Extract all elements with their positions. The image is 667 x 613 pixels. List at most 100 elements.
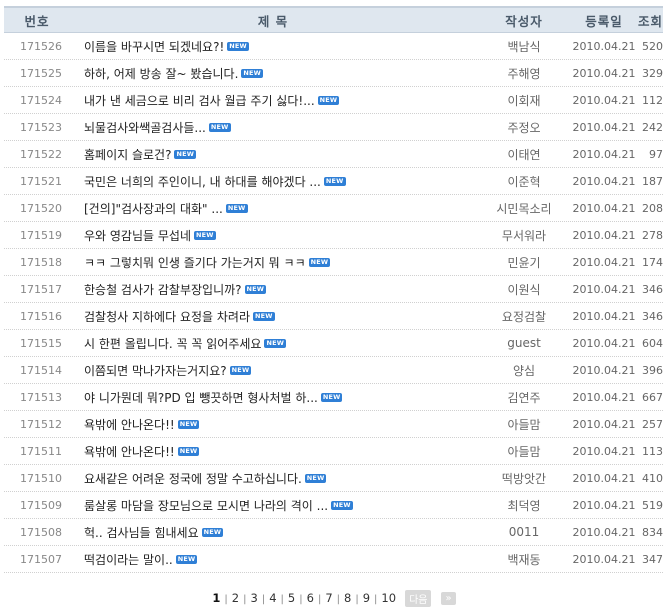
page-link-9[interactable]: 9	[362, 591, 371, 605]
row-num: 171516	[20, 309, 62, 323]
row-num: 171525	[20, 66, 62, 80]
row-title-link[interactable]: 룸살롱 마담을 장모님으로 모시면 나라의 격이 ...	[84, 497, 328, 514]
page-link-10[interactable]: 10	[380, 591, 397, 605]
row-title-link[interactable]: 국민은 너희의 주인이니, 내 하대를 해야겠다 ...	[84, 173, 321, 190]
row-author: 아들맘	[507, 444, 541, 459]
row-title-cell: 홈페이지 슬로건? NEW	[80, 146, 476, 163]
page-link-3[interactable]: 3	[250, 591, 259, 605]
row-num: 171513	[20, 390, 62, 404]
row-title-link[interactable]: 욕밖에 안나온다!!	[84, 443, 175, 460]
row-author: 이태연	[507, 147, 541, 162]
row-num: 171508	[20, 525, 62, 539]
row-title-cell: 욕밖에 안나온다!! NEW	[80, 416, 476, 433]
row-title-link[interactable]: 야 니가뭔데 뭐?PD 입 뺑끗하면 형사처벌 하...	[84, 389, 318, 406]
row-views: 520	[642, 39, 663, 53]
row-num: 171517	[20, 282, 62, 296]
row-title-link[interactable]: 한승철 검사가 감찰부장입니까?	[84, 281, 242, 298]
row-num: 171515	[20, 336, 62, 350]
row-num: 171518	[20, 255, 62, 269]
row-views: 604	[642, 336, 663, 350]
row-views: 834	[642, 525, 663, 539]
row-title-cell: 한승철 검사가 감찰부장입니까? NEW	[80, 281, 476, 298]
row-num: 171510	[20, 471, 62, 485]
row-title-link[interactable]: 떡검이라는 말이..	[84, 551, 173, 568]
row-title-cell: 검찰청사 지하에다 요정을 차려라 NEW	[80, 308, 476, 325]
table-row: 171514 이쯤되면 막나가자는거지요? NEW 양심 2010.04.21 396	[4, 357, 663, 384]
row-title-link[interactable]: 시 한편 올립니다. 꼭 꼭 읽어주세요	[84, 335, 261, 352]
table-row: 171510 요새같은 어려운 정국에 정말 수고하십니다. NEW 떡방앗간 2010…	[4, 465, 663, 492]
header-views: 조회	[637, 13, 663, 29]
row-author: 0011	[508, 525, 540, 539]
row-num: 171519	[20, 228, 62, 242]
row-title-link[interactable]: 요새같은 어려운 정국에 정말 수고하십니다.	[84, 470, 302, 487]
table-row: 171511 욕밖에 안나온다!! NEW 아들맘 2010.04.21 113	[4, 438, 663, 465]
table-row: 171525 하하, 어제 방송 잘~ 봤습니다. NEW 주해영 2010.04.21…	[4, 60, 663, 87]
page-link-5[interactable]: 5	[287, 591, 296, 605]
row-date: 2010.04.21	[572, 228, 636, 242]
table-row: 171520 [건의]"검사장과의 대화" ... NEW 시민목소리 2010.04.…	[4, 195, 663, 222]
page-separator: |	[261, 594, 266, 605]
row-title-link[interactable]: 헉.. 검사님들 힘내세요	[84, 524, 199, 541]
row-title-link[interactable]: 이쯤되면 막나가자는거지요?	[84, 362, 227, 379]
table-row: 171507 떡검이라는 말이.. NEW 백재동 2010.04.21 347	[4, 546, 663, 573]
row-title-cell: 시 한편 올립니다. 꼭 꼭 읽어주세요 NEW	[80, 335, 476, 352]
new-badge-icon: NEW	[194, 230, 216, 240]
table-row: 171518 ㅋㅋ 그렇치뭐 인생 즐기다 가는거지 뭐 ㅋㅋ NEW 민윤기 2010…	[4, 249, 663, 276]
row-date: 2010.04.21	[572, 363, 636, 377]
row-num: 171511	[20, 444, 62, 458]
row-views: 208	[642, 201, 663, 215]
row-title-cell: 이름을 바꾸시면 되겠네요?! NEW	[80, 38, 476, 55]
page-link-1[interactable]: 1	[211, 591, 221, 605]
page-link-6[interactable]: 6	[306, 591, 315, 605]
row-date: 2010.04.21	[572, 66, 636, 80]
table-row: 171508 헉.. 검사님들 힘내세요 NEW 0011 2010.04.21 834	[4, 519, 663, 546]
row-views: 347	[642, 552, 663, 566]
page-separator: |	[317, 594, 322, 605]
table-row: 171522 홈페이지 슬로건? NEW 이태연 2010.04.21 97	[4, 141, 663, 168]
table-header: 번호 제 목 작성자 등록일 조회	[4, 6, 663, 33]
row-num: 171523	[20, 120, 62, 134]
next-page-button[interactable]: 다음	[405, 590, 432, 607]
last-page-button[interactable]: »	[441, 592, 456, 605]
row-date: 2010.04.21	[572, 417, 636, 431]
row-num: 171509	[20, 498, 62, 512]
row-title-link[interactable]: 이름을 바꾸시면 되겠네요?!	[84, 38, 224, 55]
row-title-link[interactable]: 욕밖에 안나온다!!	[84, 416, 175, 433]
row-title-link[interactable]: 홈페이지 슬로건?	[84, 146, 171, 163]
row-views: 174	[642, 255, 663, 269]
row-title-cell: [건의]"검사장과의 대화" ... NEW	[80, 200, 476, 217]
row-views: 242	[642, 120, 663, 134]
new-badge-icon: NEW	[320, 392, 343, 402]
page-link-2[interactable]: 2	[231, 591, 240, 605]
row-title-link[interactable]: ㅋㅋ 그렇치뭐 인생 즐기다 가는거지 뭐 ㅋㅋ	[84, 254, 306, 271]
row-title-link[interactable]: 내가 낸 세금으로 비리 검사 월급 주기 싫다!...	[84, 92, 315, 109]
row-title-link[interactable]: 우와 영감님들 무섭네	[84, 227, 191, 244]
page-link-7[interactable]: 7	[324, 591, 333, 605]
row-title-cell: 요새같은 어려운 정국에 정말 수고하십니다. NEW	[80, 470, 476, 487]
row-author: 요정검찰	[501, 309, 547, 324]
row-title-link[interactable]: [건의]"검사장과의 대화" ...	[84, 200, 223, 217]
new-badge-icon: NEW	[331, 500, 353, 510]
row-author: 백재동	[507, 552, 541, 567]
table-row: 171523 뇌물검사와쌕골검사들... NEW 주정오 2010.04.21 242	[4, 114, 663, 141]
row-date: 2010.04.21	[572, 525, 636, 539]
row-title-link[interactable]: 하하, 어제 방송 잘~ 봤습니다.	[84, 65, 238, 82]
row-author: 이회재	[507, 93, 541, 108]
board-list: 번호 제 목 작성자 등록일 조회 171526 이름을 바꾸시면 되겠네요?! N…	[4, 6, 663, 573]
new-badge-icon: NEW	[225, 203, 248, 213]
row-author: 민윤기	[507, 255, 541, 270]
row-title-cell: 룸살롱 마담을 장모님으로 모시면 나라의 격이 ... NEW	[80, 497, 476, 514]
page-link-8[interactable]: 8	[343, 591, 352, 605]
row-date: 2010.04.21	[572, 336, 636, 350]
new-badge-icon: NEW	[244, 284, 267, 294]
page-separator: |	[299, 594, 303, 605]
header-title: 제 목	[257, 13, 289, 29]
new-badge-icon: NEW	[175, 554, 198, 564]
new-badge-icon: NEW	[208, 122, 231, 132]
row-title-cell: 우와 영감님들 무섭네 NEW	[80, 227, 476, 244]
row-title-link[interactable]: 뇌물검사와쌕골검사들...	[84, 119, 206, 136]
row-title-link[interactable]: 검찰청사 지하에다 요정을 차려라	[84, 308, 250, 325]
page-link-4[interactable]: 4	[268, 591, 277, 605]
header-num: 번호	[24, 13, 50, 29]
row-num: 171512	[20, 417, 62, 431]
